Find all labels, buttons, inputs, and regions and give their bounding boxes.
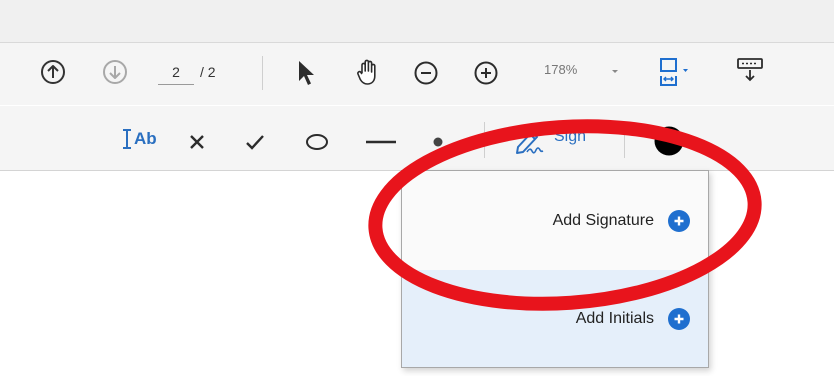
toolbar-separator — [484, 122, 485, 158]
page-total-label: / 2 — [200, 64, 216, 80]
add-text-label: Ab — [134, 129, 157, 148]
cross-mark-icon — [190, 135, 204, 149]
select-arrow-icon — [299, 61, 314, 85]
zoom-in-button[interactable] — [473, 60, 499, 86]
sign-button-label[interactable]: Sign — [554, 128, 586, 146]
toolbar-separator — [624, 122, 625, 158]
page-fit-icon — [660, 58, 688, 86]
previous-page-icon — [41, 60, 65, 84]
cross-mark-button[interactable] — [186, 131, 208, 153]
previous-page-button[interactable] — [40, 59, 66, 85]
select-tool-button[interactable] — [294, 58, 318, 88]
plus-circle-icon — [668, 209, 690, 232]
add-signature-menu-item[interactable]: Add Signature — [402, 171, 708, 270]
next-page-button[interactable] — [102, 59, 128, 85]
add-initials-label: Add Initials — [575, 309, 654, 327]
page-number-input[interactable]: 2 — [158, 60, 194, 85]
color-swatch-icon — [654, 126, 684, 156]
next-page-icon — [103, 60, 127, 84]
zoom-level-select[interactable]: 178% — [544, 62, 577, 77]
sign-dropdown-menu: Add Signature Add Initials — [401, 170, 709, 368]
check-mark-icon — [246, 135, 264, 150]
add-text-icon — [123, 129, 131, 149]
dot-button[interactable] — [430, 134, 446, 150]
plus-circle-icon — [668, 307, 690, 330]
add-initials-menu-item[interactable]: Add Initials — [402, 270, 708, 367]
line-icon — [366, 140, 396, 144]
zoom-dropdown-arrow[interactable] — [610, 63, 620, 81]
line-button[interactable] — [364, 131, 398, 153]
zoom-out-button[interactable] — [413, 60, 439, 86]
page-fit-button[interactable] — [656, 54, 696, 90]
toolbar-separator — [262, 56, 263, 90]
zoom-in-icon — [474, 61, 498, 85]
zoom-out-icon — [414, 61, 438, 85]
ellipse-button[interactable] — [302, 131, 332, 153]
color-picker-button[interactable] — [652, 124, 686, 158]
add-signature-label: Add Signature — [552, 211, 654, 229]
add-text-button[interactable]: Ab — [121, 122, 157, 156]
keyboard-icon — [737, 58, 763, 82]
read-mode-button[interactable] — [734, 54, 766, 86]
chevron-down-icon — [612, 70, 618, 73]
dot-icon — [433, 137, 443, 147]
window-title-bar — [0, 0, 834, 43]
check-mark-button[interactable] — [243, 131, 267, 153]
ellipse-icon — [306, 134, 328, 150]
sign-pen-icon — [516, 131, 544, 154]
hand-tool-button[interactable] — [352, 56, 384, 88]
hand-tool-icon — [357, 59, 376, 85]
